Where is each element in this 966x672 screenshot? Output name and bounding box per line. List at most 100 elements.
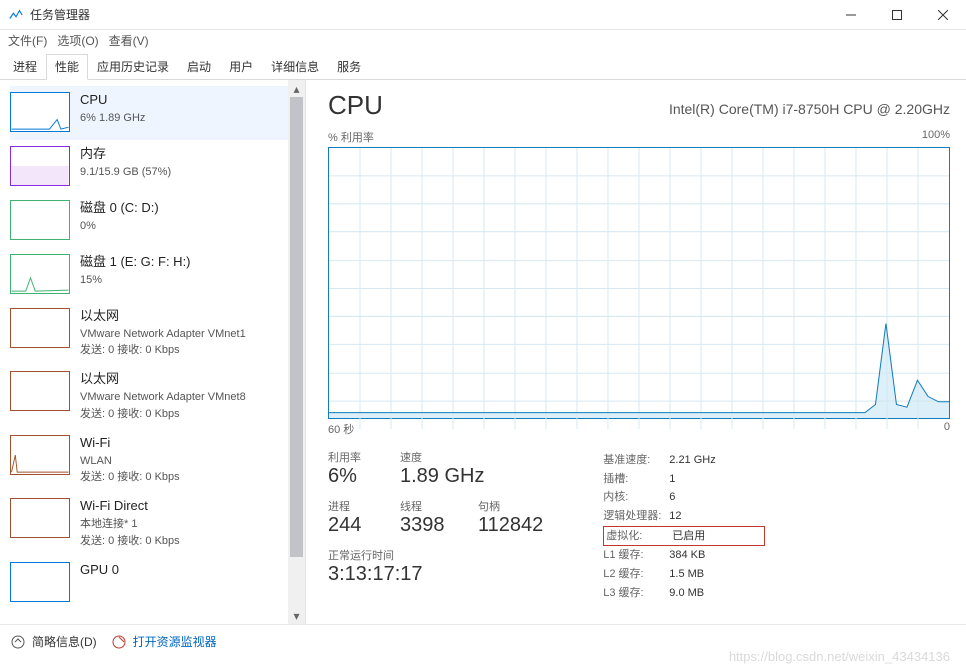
util-value: 6%	[328, 465, 382, 488]
sidebar-sub: VMware Network Adapter VMnet8	[80, 390, 246, 404]
resource-monitor-icon	[111, 634, 127, 650]
spec-value: 1.5 MB	[669, 565, 759, 584]
sidebar-label: 以太网	[80, 371, 246, 388]
sidebar-label: Wi-Fi Direct	[80, 498, 180, 515]
spec-value: 384 KB	[669, 546, 759, 565]
specifications: 基准速度:2.21 GHz 插槽:1 内核:6 逻辑处理器:12 虚拟化:已启用…	[603, 451, 765, 603]
tab-bar: 进程 性能 应用历史记录 启动 用户 详细信息 服务	[0, 54, 966, 80]
sidebar-sub: 发送: 0 接收: 0 Kbps	[80, 407, 246, 421]
title-bar: 任务管理器	[0, 0, 966, 30]
scroll-up-icon[interactable]: ▴	[288, 80, 305, 97]
spec-label: L1 缓存:	[603, 546, 669, 565]
disk-thumb-icon	[10, 254, 70, 294]
util-label: 利用率	[328, 449, 382, 465]
uptime-label: 正常运行时间	[328, 547, 543, 563]
menu-file[interactable]: 文件(F)	[8, 32, 47, 49]
sidebar-sub: VMware Network Adapter VMnet1	[80, 327, 246, 341]
disk-thumb-icon	[10, 200, 70, 240]
spec-label: 逻辑处理器:	[603, 507, 669, 526]
chart-y-label: % 利用率	[328, 129, 374, 145]
sidebar: CPU 6% 1.89 GHz 内存 9.1/15.9 GB (57%) 磁盘 …	[0, 80, 306, 624]
sidebar-scrollbar[interactable]: ▴ ▾	[288, 80, 305, 624]
sidebar-sub: 15%	[80, 273, 191, 287]
sidebar-item-memory[interactable]: 内存 9.1/15.9 GB (57%)	[10, 140, 305, 194]
sidebar-label: CPU	[80, 92, 145, 109]
threads-label: 线程	[400, 498, 460, 514]
close-button[interactable]	[920, 0, 966, 30]
cpu-model: Intel(R) Core(TM) i7-8750H CPU @ 2.20GHz	[669, 101, 950, 117]
sidebar-label: GPU 0	[80, 562, 119, 579]
spec-value: 6	[669, 488, 759, 507]
spec-label: 虚拟化:	[606, 527, 672, 546]
spec-value: 9.0 MB	[669, 584, 759, 603]
sidebar-item-eth0[interactable]: 以太网 VMware Network Adapter VMnet1 发送: 0 …	[10, 302, 305, 365]
spec-label: L2 缓存:	[603, 565, 669, 584]
menu-options[interactable]: 选项(O)	[57, 32, 98, 49]
spec-label: L3 缓存:	[603, 584, 669, 603]
tab-app-history[interactable]: 应用历史记录	[88, 54, 178, 79]
wifi-thumb-icon	[10, 435, 70, 475]
wifi-thumb-icon	[10, 498, 70, 538]
sidebar-label: 以太网	[80, 308, 246, 325]
sidebar-item-wifi-direct[interactable]: Wi-Fi Direct 本地连接* 1 发送: 0 接收: 0 Kbps	[10, 492, 305, 555]
sidebar-label: 内存	[80, 146, 171, 163]
tab-startup[interactable]: 启动	[178, 54, 220, 79]
sidebar-label: 磁盘 0 (C: D:)	[80, 200, 159, 217]
sidebar-sub: 发送: 0 接收: 0 Kbps	[80, 470, 180, 484]
main-panel: CPU Intel(R) Core(TM) i7-8750H CPU @ 2.2…	[306, 80, 966, 624]
spec-value: 已启用	[672, 527, 762, 546]
window-title: 任务管理器	[30, 6, 828, 23]
ethernet-thumb-icon	[10, 308, 70, 348]
maximize-button[interactable]	[874, 0, 920, 30]
tab-users[interactable]: 用户	[220, 54, 262, 79]
cpu-chart	[328, 147, 950, 419]
handles-value: 112842	[478, 514, 543, 537]
tab-processes[interactable]: 进程	[4, 54, 46, 79]
sidebar-item-wifi[interactable]: Wi-Fi WLAN 发送: 0 接收: 0 Kbps	[10, 429, 305, 492]
proc-value: 244	[328, 514, 382, 537]
spec-label: 插槽:	[603, 470, 669, 489]
sidebar-label: 磁盘 1 (E: G: F: H:)	[80, 254, 191, 271]
resource-monitor-link[interactable]: 打开资源监视器	[111, 633, 217, 650]
ethernet-thumb-icon	[10, 371, 70, 411]
sidebar-item-gpu0[interactable]: GPU 0	[10, 556, 305, 610]
menu-view[interactable]: 查看(V)	[109, 32, 149, 49]
watermark: https://blog.csdn.net/weixin_43434136	[729, 649, 950, 664]
collapse-icon	[10, 634, 26, 650]
spec-label: 基准速度:	[603, 451, 669, 470]
app-icon	[8, 7, 24, 23]
sidebar-sub: 本地连接* 1	[80, 517, 180, 531]
speed-label: 速度	[400, 449, 484, 465]
sidebar-sub: WLAN	[80, 454, 180, 468]
tab-details[interactable]: 详细信息	[262, 54, 328, 79]
minimize-button[interactable]	[828, 0, 874, 30]
scroll-thumb[interactable]	[290, 97, 303, 557]
sidebar-label: Wi-Fi	[80, 435, 180, 452]
spec-label: 内核:	[603, 488, 669, 507]
spec-value: 2.21 GHz	[669, 451, 759, 470]
brief-info-label: 简略信息(D)	[32, 633, 97, 650]
sidebar-item-eth1[interactable]: 以太网 VMware Network Adapter VMnet8 发送: 0 …	[10, 365, 305, 428]
tab-services[interactable]: 服务	[328, 54, 370, 79]
proc-label: 进程	[328, 498, 382, 514]
sidebar-sub: 9.1/15.9 GB (57%)	[80, 165, 171, 179]
sidebar-item-cpu[interactable]: CPU 6% 1.89 GHz	[10, 86, 305, 140]
panel-title: CPU	[328, 90, 383, 121]
speed-value: 1.89 GHz	[400, 465, 484, 488]
spec-value: 1	[669, 470, 759, 489]
handles-label: 句柄	[478, 498, 543, 514]
sidebar-sub: 6% 1.89 GHz	[80, 111, 145, 125]
scroll-down-icon[interactable]: ▾	[288, 607, 305, 624]
spec-value: 12	[669, 507, 759, 526]
menu-bar: 文件(F) 选项(O) 查看(V)	[0, 30, 966, 50]
sidebar-item-disk1[interactable]: 磁盘 1 (E: G: F: H:) 15%	[10, 248, 305, 302]
sidebar-sub: 发送: 0 接收: 0 Kbps	[80, 343, 246, 357]
brief-info-button[interactable]: 简略信息(D)	[10, 633, 97, 650]
threads-value: 3398	[400, 514, 460, 537]
cpu-thumb-icon	[10, 92, 70, 132]
sidebar-item-disk0[interactable]: 磁盘 0 (C: D:) 0%	[10, 194, 305, 248]
memory-thumb-icon	[10, 146, 70, 186]
sidebar-sub: 发送: 0 接收: 0 Kbps	[80, 534, 180, 548]
gpu-thumb-icon	[10, 562, 70, 602]
tab-performance[interactable]: 性能	[46, 54, 88, 80]
